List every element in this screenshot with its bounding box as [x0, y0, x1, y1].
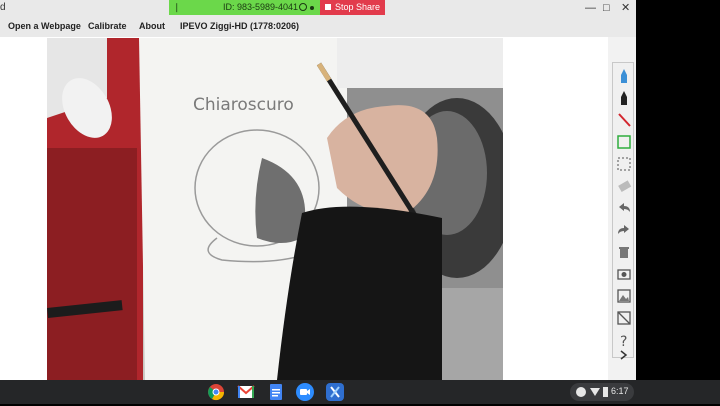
snapshot-icon[interactable] — [615, 265, 633, 283]
select-area-icon[interactable] — [615, 155, 633, 173]
battery-icon — [603, 387, 608, 397]
desktop-margin — [636, 0, 720, 380]
menu-open-webpage[interactable]: Open a Webpage — [8, 21, 81, 31]
image-icon[interactable] — [615, 287, 633, 305]
gmail-icon[interactable] — [237, 383, 255, 401]
menu-about[interactable]: About — [139, 21, 165, 31]
camera-source-label[interactable]: IPEVO Ziggi-HD (1778:0206) — [180, 21, 299, 31]
microphone-icon: ❘ — [173, 2, 181, 12]
stop-share-button[interactable]: Stop Share — [320, 0, 385, 15]
menu-bar: Open a Webpage Calibrate About IPEVO Zig… — [0, 17, 636, 37]
chrome-icon[interactable] — [207, 383, 225, 401]
view-icon[interactable] — [299, 3, 307, 11]
meeting-id: ID: 983-5989-4041 — [223, 2, 299, 12]
undo-icon[interactable] — [615, 199, 633, 217]
recording-dot-icon — [310, 6, 314, 10]
camera-feed[interactable]: Chiaroscuro — [47, 38, 503, 380]
zoom-icon[interactable] — [296, 383, 314, 401]
line-tool-icon[interactable] — [615, 111, 633, 129]
menu-calibrate[interactable]: Calibrate — [88, 21, 127, 31]
clock[interactable]: 6:17 — [611, 386, 629, 396]
window-title: d — [0, 2, 6, 13]
wifi-icon — [590, 388, 600, 396]
maximize-icon[interactable]: □ — [603, 2, 610, 14]
collapse-chevron-icon[interactable] — [615, 347, 633, 360]
camera-image: Chiaroscuro — [47, 38, 503, 380]
meeting-id-bar[interactable]: ❘ ID: 983-5989-4041 — [169, 0, 320, 15]
minimize-icon[interactable]: — — [585, 2, 596, 14]
marker-pen-icon[interactable] — [615, 89, 633, 107]
redo-icon[interactable] — [615, 221, 633, 239]
app-icon[interactable] — [326, 383, 344, 401]
add-icon — [576, 387, 586, 397]
stop-icon — [325, 4, 331, 10]
ipevo-visualizer-window: d — □ ✕ ❘ ID: 983-5989-4041 Stop Share O… — [0, 0, 636, 380]
rectangle-tool-icon[interactable] — [615, 133, 633, 151]
stop-share-label: Stop Share — [335, 2, 381, 12]
eraser-icon[interactable] — [615, 177, 633, 195]
handwritten-word: Chiaroscuro — [193, 95, 294, 115]
close-icon[interactable]: ✕ — [621, 2, 630, 14]
background-toggle-icon[interactable] — [615, 309, 633, 327]
highlighter-pen-icon[interactable] — [615, 67, 633, 85]
docs-icon[interactable] — [267, 383, 285, 401]
annotation-toolbar: ? — [612, 62, 634, 360]
trash-icon[interactable] — [615, 243, 633, 261]
